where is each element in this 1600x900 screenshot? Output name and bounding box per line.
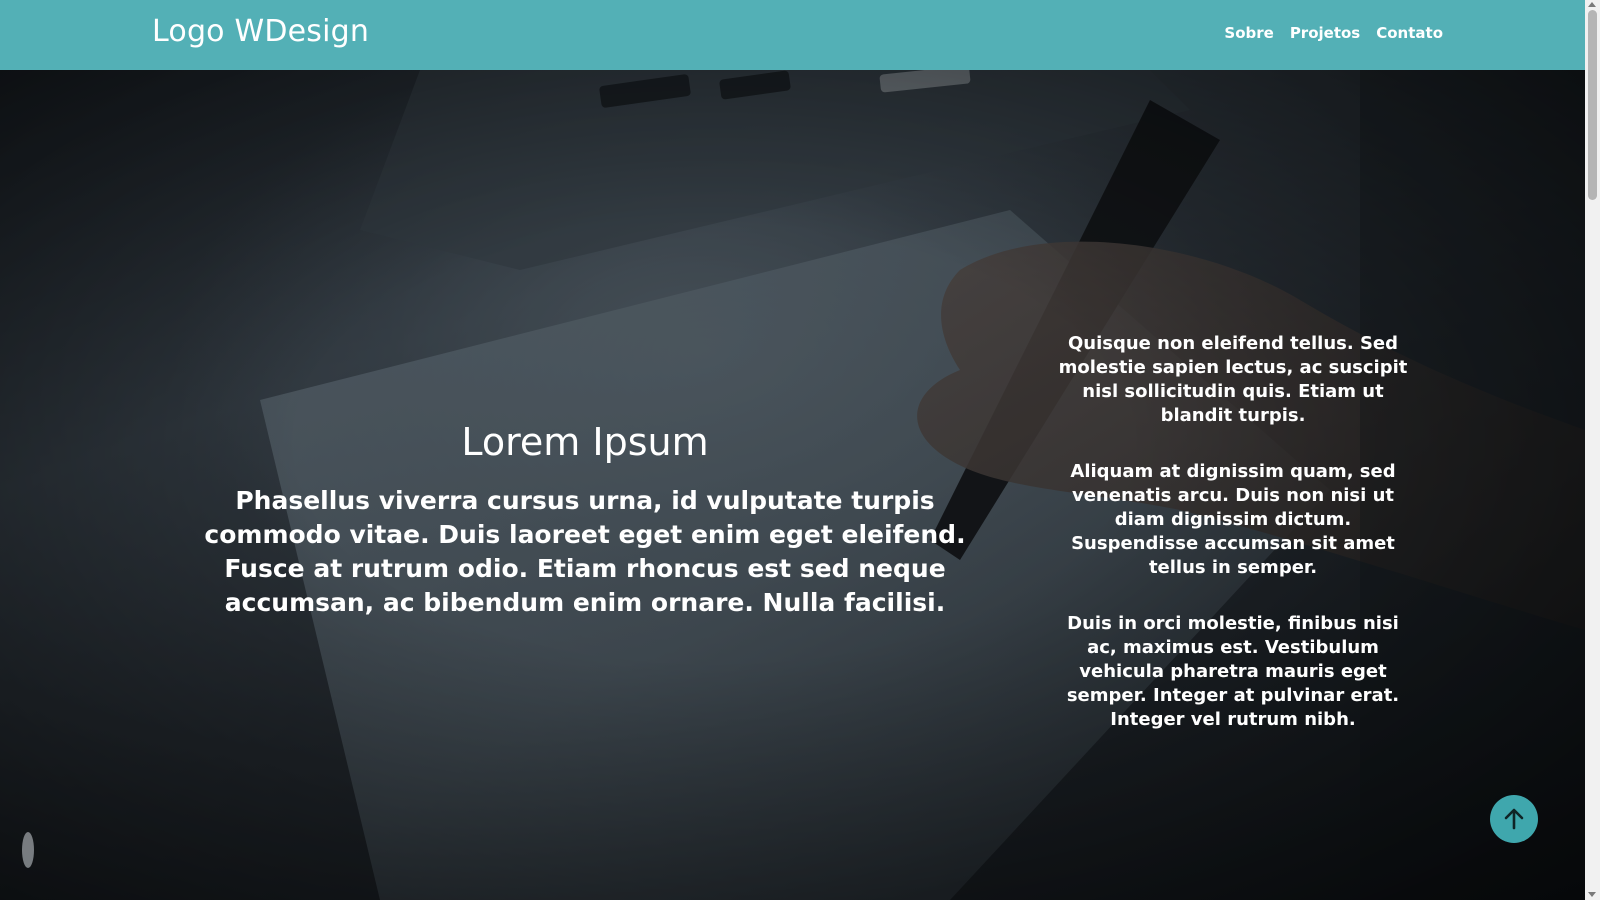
scrollbar-thumb[interactable]	[1588, 10, 1597, 200]
site-logo[interactable]: Logo WDesign	[152, 14, 369, 49]
hero-title: Lorem Ipsum	[461, 420, 709, 464]
side-paragraph: Aliquam at dignissim quam, sed venenatis…	[1070, 461, 1396, 578]
hero-side-content: Quisque non eleifend tellus. Sed molesti…	[1058, 332, 1408, 764]
scroll-down-arrow[interactable]	[1588, 892, 1596, 897]
nav-link-projetos[interactable]: Projetos	[1290, 24, 1360, 42]
main-nav: Sobre Projetos Contato	[1224, 24, 1443, 42]
hero-section: Lorem Ipsum Phasellus viverra cursus urn…	[0, 70, 1585, 900]
side-paragraph: Quisque non eleifend tellus. Sed molesti…	[1058, 333, 1408, 426]
scroll-up-arrow[interactable]	[1588, 2, 1596, 7]
arrow-up-icon	[1504, 808, 1524, 830]
side-paragraph: Duis in orci molestie, finibus nisi ac, …	[1066, 613, 1400, 730]
page: Logo WDesign Sobre Projetos Contato Lore…	[0, 0, 1600, 900]
nav-link-sobre[interactable]: Sobre	[1224, 24, 1273, 42]
hero-text: Phasellus viverra cursus urna, id vulput…	[204, 486, 966, 617]
hero-main-content: Lorem Ipsum Phasellus viverra cursus urn…	[200, 420, 970, 620]
nav-link-contato[interactable]: Contato	[1376, 24, 1443, 42]
navbar: Logo WDesign Sobre Projetos Contato	[0, 0, 1585, 70]
vertical-scrollbar[interactable]	[1585, 0, 1600, 900]
back-to-top-button[interactable]	[1490, 795, 1538, 843]
